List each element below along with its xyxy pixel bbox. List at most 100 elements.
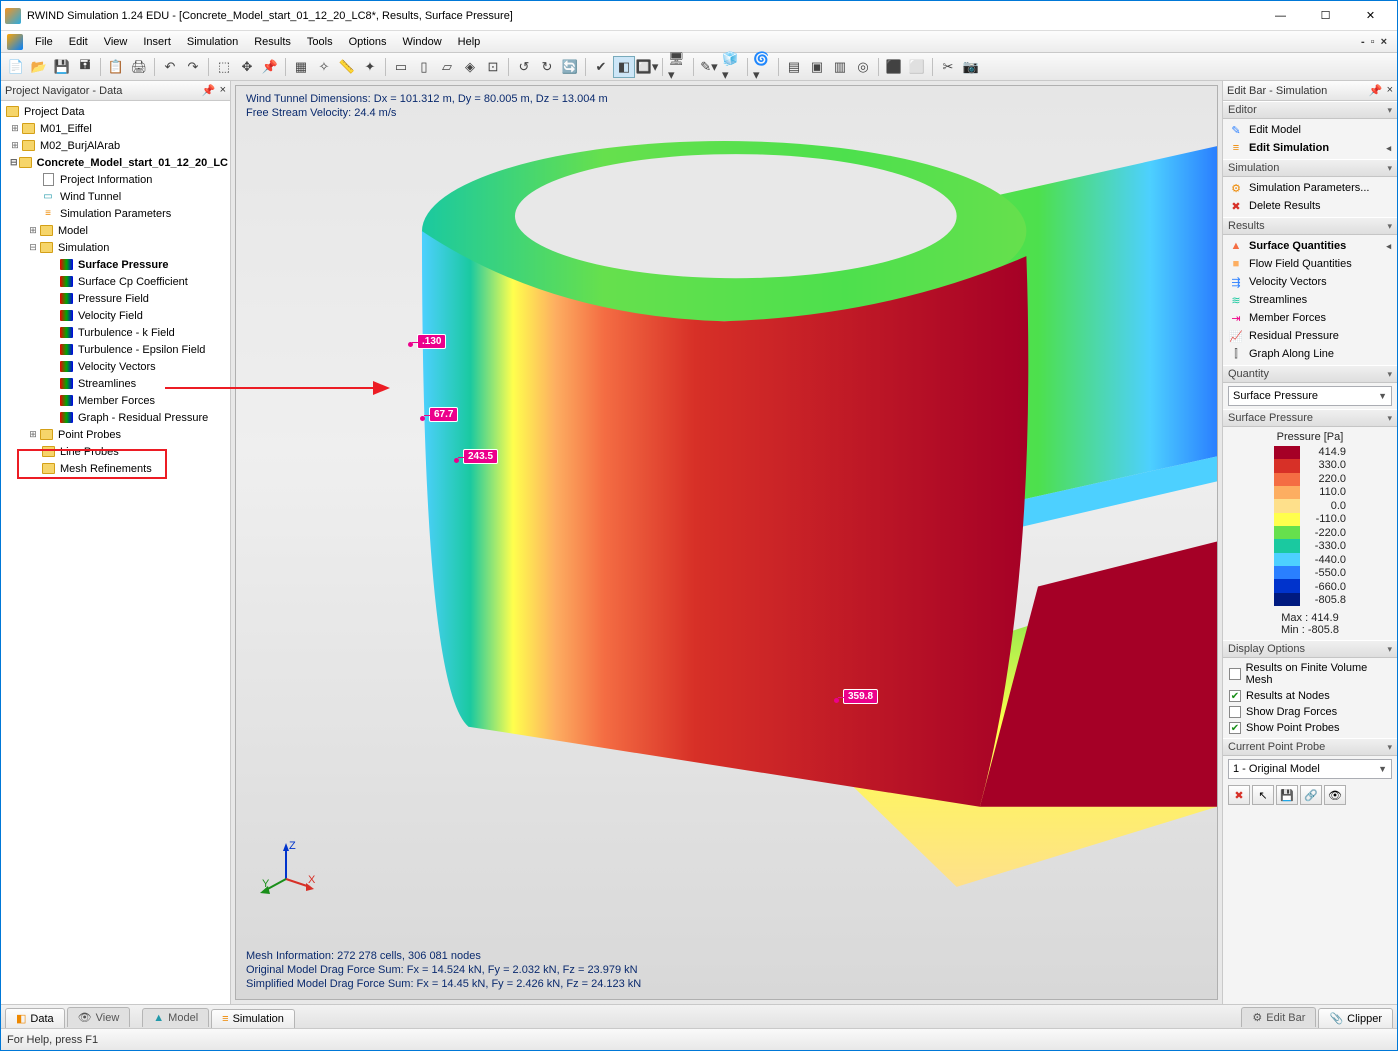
pin-icon[interactable]: 📌	[1369, 84, 1383, 97]
graph-along-line[interactable]: ⫿Graph Along Line	[1223, 345, 1397, 363]
ruler-icon[interactable]: 📏	[336, 56, 358, 78]
tab-data[interactable]: ◧Data	[5, 1008, 65, 1028]
save-all-icon[interactable]: 🖬	[74, 56, 96, 78]
tree-item[interactable]: Graph - Residual Pressure	[1, 409, 230, 426]
probe-label[interactable]: 67.7	[429, 407, 458, 422]
pin-icon[interactable]: 📌	[202, 84, 216, 97]
close-panel-icon[interactable]: ×	[220, 84, 226, 97]
tree-root[interactable]: Project Data	[1, 103, 230, 120]
menu-help[interactable]: Help	[450, 34, 489, 50]
delete-probe-button[interactable]: ✖	[1228, 785, 1250, 805]
section-simulation[interactable]: Simulation▾	[1223, 159, 1397, 177]
mdi-restore[interactable]: ▫	[1371, 36, 1375, 48]
probe-label[interactable]: 243.5	[463, 449, 498, 464]
clip-icon[interactable]: ✂	[937, 56, 959, 78]
tree-item[interactable]: Velocity Vectors	[1, 358, 230, 375]
rotate-ccw-icon[interactable]: ↺	[513, 56, 535, 78]
display-option[interactable]: Show Drag Forces	[1223, 704, 1397, 720]
tree-active-project[interactable]: ⊟Concrete_Model_start_01_12_20_LC	[1, 154, 230, 171]
save-probe-button[interactable]: 💾	[1276, 785, 1298, 805]
tree-mesh-refinements[interactable]: Mesh Refinements	[1, 460, 230, 477]
section-probe[interactable]: Current Point Probe▾	[1223, 738, 1397, 756]
viewport[interactable]: Wind Tunnel Dimensions: Dx = 101.312 m, …	[231, 81, 1222, 1004]
checkbox[interactable]: ✔	[1229, 722, 1241, 734]
edit-model[interactable]: ✎Edit Model	[1223, 121, 1397, 139]
mdi-minimize[interactable]: -	[1361, 36, 1365, 48]
menu-tools[interactable]: Tools	[299, 34, 341, 50]
redo-icon[interactable]: ↷	[182, 56, 204, 78]
menu-file[interactable]: File	[27, 34, 61, 50]
menu-edit[interactable]: Edit	[61, 34, 96, 50]
pick-probe-button[interactable]: ↖	[1252, 785, 1274, 805]
copy-icon[interactable]: 📋	[105, 56, 127, 78]
origin-icon[interactable]: ✦	[359, 56, 381, 78]
tree-item[interactable]: Velocity Field	[1, 307, 230, 324]
screenshot-icon[interactable]: 📷	[960, 56, 982, 78]
fit-view-icon[interactable]: ⊡	[482, 56, 504, 78]
tree-item[interactable]: Turbulence - Epsilon Field	[1, 341, 230, 358]
3d-icon[interactable]: 🧊▾	[721, 56, 743, 78]
streamlines[interactable]: ≋Streamlines	[1223, 291, 1397, 309]
display-icon[interactable]: 🖥▾	[667, 56, 689, 78]
mdi-close[interactable]: ×	[1381, 36, 1387, 48]
select-icon[interactable]: ⬚	[213, 56, 235, 78]
link-probe-button[interactable]: 🔗	[1300, 785, 1322, 805]
section-quantity[interactable]: Quantity▾	[1223, 365, 1397, 383]
tree-item[interactable]: ▭Wind Tunnel	[1, 188, 230, 205]
tab-simulation[interactable]: ≡Simulation	[211, 1009, 295, 1028]
check-icon[interactable]: ✔	[590, 56, 612, 78]
navigator-tree[interactable]: Project Data ⊞M01_Eiffel ⊞M02_BurjAlArab…	[1, 101, 230, 1004]
delete-results[interactable]: ✖Delete Results	[1223, 197, 1397, 215]
tree-item[interactable]: ⊞Model	[1, 222, 230, 239]
menu-options[interactable]: Options	[341, 34, 395, 50]
refresh-icon[interactable]: 🔄	[559, 56, 581, 78]
checkbox[interactable]: ✔	[1229, 690, 1241, 702]
section-surface-pressure[interactable]: Surface Pressure▾	[1223, 409, 1397, 427]
tree-surface-pressure[interactable]: Surface Pressure	[1, 256, 230, 273]
probe-combo[interactable]: 1 - Original Model▼	[1228, 759, 1392, 779]
style-icon[interactable]: ✎▾	[698, 56, 720, 78]
iso-view-icon[interactable]: ◈	[459, 56, 481, 78]
close-button[interactable]: ✕	[1348, 2, 1393, 30]
probe-label[interactable]: .130	[417, 334, 446, 349]
viewport-canvas[interactable]: Wind Tunnel Dimensions: Dx = 101.312 m, …	[235, 85, 1218, 1000]
menu-results[interactable]: Results	[246, 34, 299, 50]
tree-point-probes[interactable]: ⊞Point Probes	[1, 426, 230, 443]
surface-quantities[interactable]: ▲Surface Quantities◂	[1223, 237, 1397, 255]
results-icon[interactable]: ▥	[829, 56, 851, 78]
solve-icon[interactable]: ▣	[806, 56, 828, 78]
save-icon[interactable]: 💾	[51, 56, 73, 78]
front-view-icon[interactable]: ▯	[413, 56, 435, 78]
menu-window[interactable]: Window	[395, 34, 450, 50]
wind-icon[interactable]: 🌀▾	[752, 56, 774, 78]
tree-item[interactable]: Pressure Field	[1, 290, 230, 307]
shade-icon[interactable]: ◧	[613, 56, 635, 78]
section-results[interactable]: Results▾	[1223, 217, 1397, 235]
rotate-cw-icon[interactable]: ↻	[536, 56, 558, 78]
menu-simulation[interactable]: Simulation	[179, 34, 246, 50]
section-editor[interactable]: Editor▾	[1223, 101, 1397, 119]
export2-icon[interactable]: ⬜	[906, 56, 928, 78]
tab-editbar[interactable]: ⚙Edit Bar	[1241, 1007, 1316, 1027]
pan-icon[interactable]: ✥	[236, 56, 258, 78]
new-icon[interactable]: 📄	[5, 56, 27, 78]
edit-simulation[interactable]: ≡Edit Simulation◂	[1223, 139, 1397, 157]
flow-field[interactable]: ■Flow Field Quantities	[1223, 255, 1397, 273]
menu-view[interactable]: View	[96, 34, 136, 50]
open-icon[interactable]: 📂	[28, 56, 50, 78]
view-probe-button[interactable]: 👁	[1324, 785, 1346, 805]
pin-icon[interactable]: 📌	[259, 56, 281, 78]
tree-item[interactable]: Surface Cp Coefficient	[1, 273, 230, 290]
quantity-combo[interactable]: Surface Pressure▼	[1228, 386, 1392, 406]
tree-item[interactable]: Member Forces	[1, 392, 230, 409]
velocity-vectors[interactable]: ⇶Velocity Vectors	[1223, 273, 1397, 291]
display-option[interactable]: ✔Results at Nodes	[1223, 688, 1397, 704]
grid-icon[interactable]: ▦	[290, 56, 312, 78]
maximize-button[interactable]: ☐	[1303, 2, 1348, 30]
close-panel-icon[interactable]: ×	[1387, 84, 1393, 97]
tree-item[interactable]: ⊞M02_BurjAlArab	[1, 137, 230, 154]
side-view-icon[interactable]: ▱	[436, 56, 458, 78]
tree-item[interactable]: ≡Simulation Parameters	[1, 205, 230, 222]
checkbox[interactable]	[1229, 706, 1241, 718]
snap-icon[interactable]: ✧	[313, 56, 335, 78]
